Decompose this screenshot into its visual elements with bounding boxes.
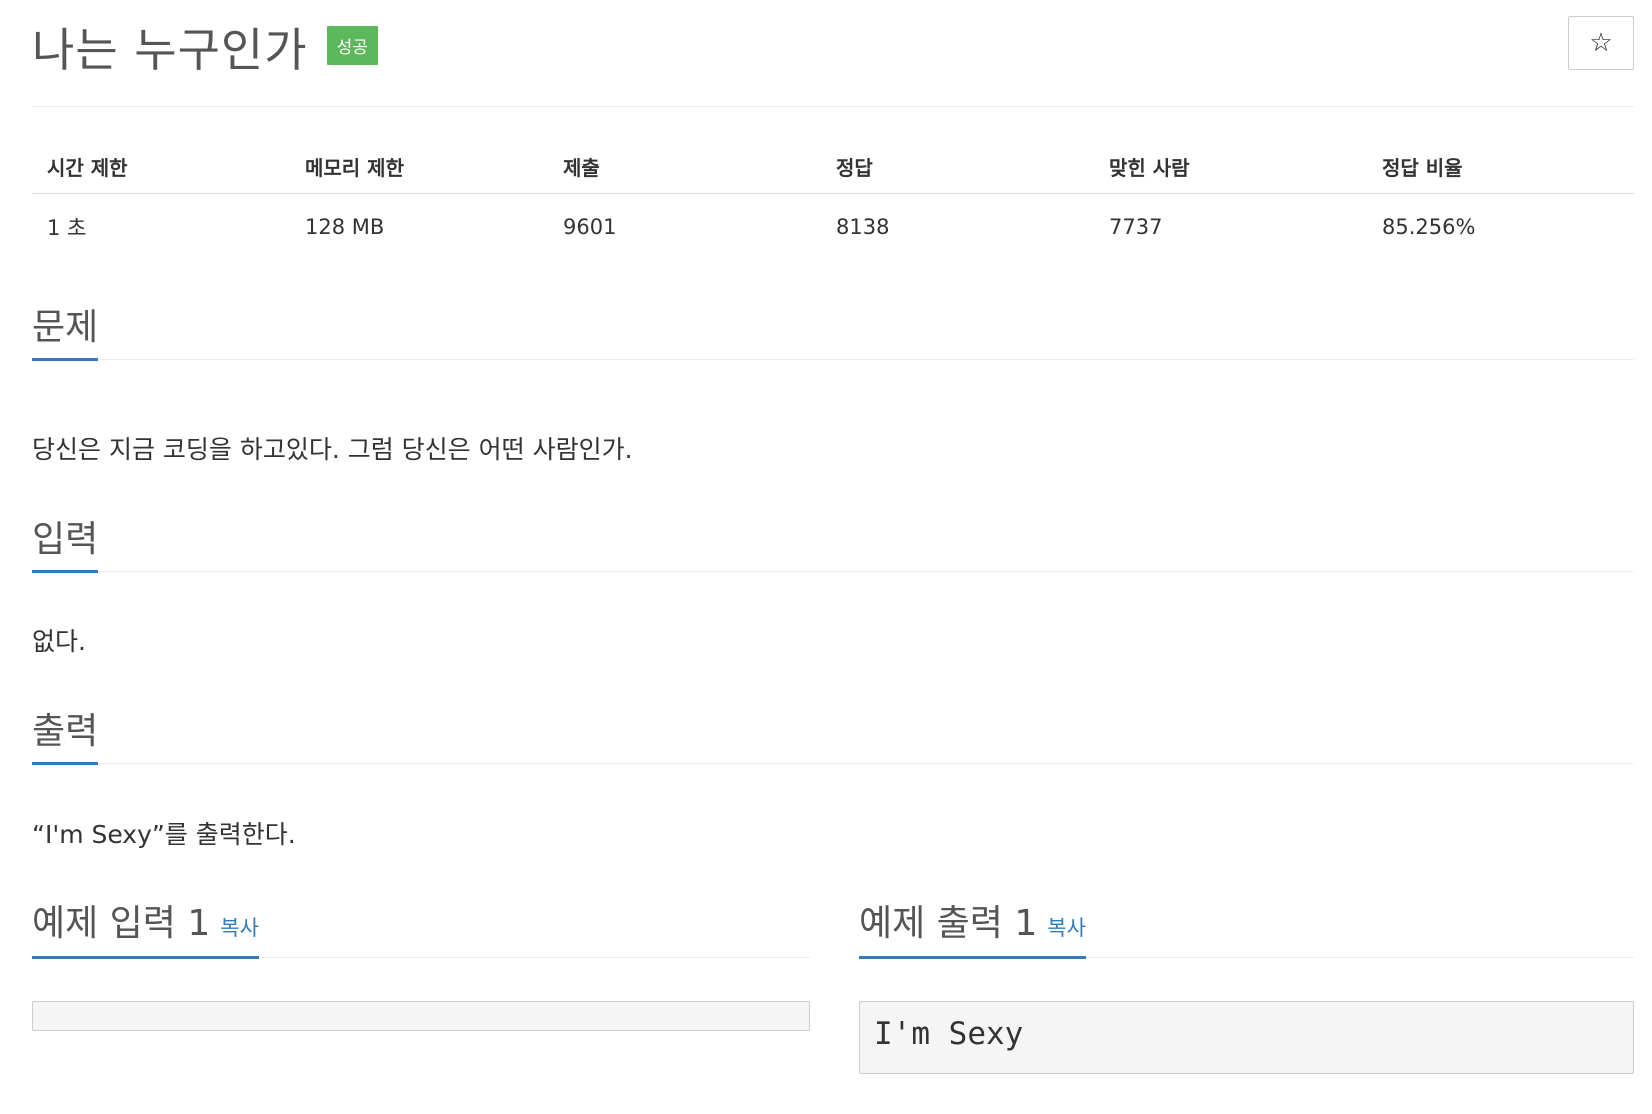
header-solved-users: 맞힌 사람 [1094,146,1367,194]
sample-output-copy-button[interactable]: 복사 [1047,916,1086,940]
header-memory-limit: 메모리 제한 [290,146,548,194]
favorite-button[interactable]: ☆ [1568,16,1634,70]
sample-input-copy-button[interactable]: 복사 [220,916,259,940]
problem-info-table: 시간 제한 메모리 제한 제출 정답 맞힌 사람 정답 비율 1 초 128 M… [32,146,1634,254]
accept-ratio-value: 85.256% [1382,215,1476,239]
star-icon: ☆ [1589,28,1613,58]
description-text: 당신은 지금 코딩을 하고있다. 그럼 당신은 어떤 사람인가. [32,435,633,464]
sample-output-heading-row: 예제 출력 1 복사 [859,894,1634,959]
sample-input-heading-row: 예제 입력 1 복사 [32,894,810,959]
sample-output-heading: 예제 출력 1 복사 [859,894,1086,959]
output-heading-row: 출력 [32,702,1634,765]
input-text: 없다. [32,627,86,656]
sample-output-box[interactable]: I'm Sexy [859,1001,1634,1074]
sample-output-title: 예제 출력 1 [859,903,1038,944]
input-heading: 입력 [32,510,99,573]
solved-users-value: 7737 [1109,215,1163,239]
header-accept-ratio: 정답 비율 [1367,146,1634,194]
description-heading-row: 문제 [32,298,1634,361]
header-submissions: 제출 [548,146,821,194]
memory-limit-value: 128 MB [305,215,385,239]
header-time-limit: 시간 제한 [32,146,290,194]
sample-input-heading: 예제 입력 1 복사 [32,894,259,959]
title-row: 나는 누구인가 성공 [32,14,378,84]
input-heading-row: 입력 [32,510,1634,573]
header-accepted: 정답 [821,146,1094,194]
problem-page: 나는 누구인가 성공 ☆ 시간 제한 메모리 제한 제출 정답 맞힌 사람 정답… [0,0,1652,1114]
output-heading: 출력 [32,702,99,765]
table-row: 1 초 128 MB 9601 8138 7737 85.256% [32,194,1634,255]
submissions-value: 9601 [563,215,617,239]
status-badge: 성공 [326,25,378,65]
output-text: “I'm Sexy”를 출력한다. [32,820,296,849]
sample-input-box[interactable] [32,1001,810,1031]
sample-input-title: 예제 입력 1 [32,903,211,944]
title-divider [32,106,1634,107]
page-title: 나는 누구인가 [32,23,308,77]
accepted-value: 8138 [836,215,890,239]
table-header-row: 시간 제한 메모리 제한 제출 정답 맞힌 사람 정답 비율 [32,146,1634,194]
description-heading: 문제 [32,298,99,361]
time-limit-value: 1 초 [47,216,87,240]
